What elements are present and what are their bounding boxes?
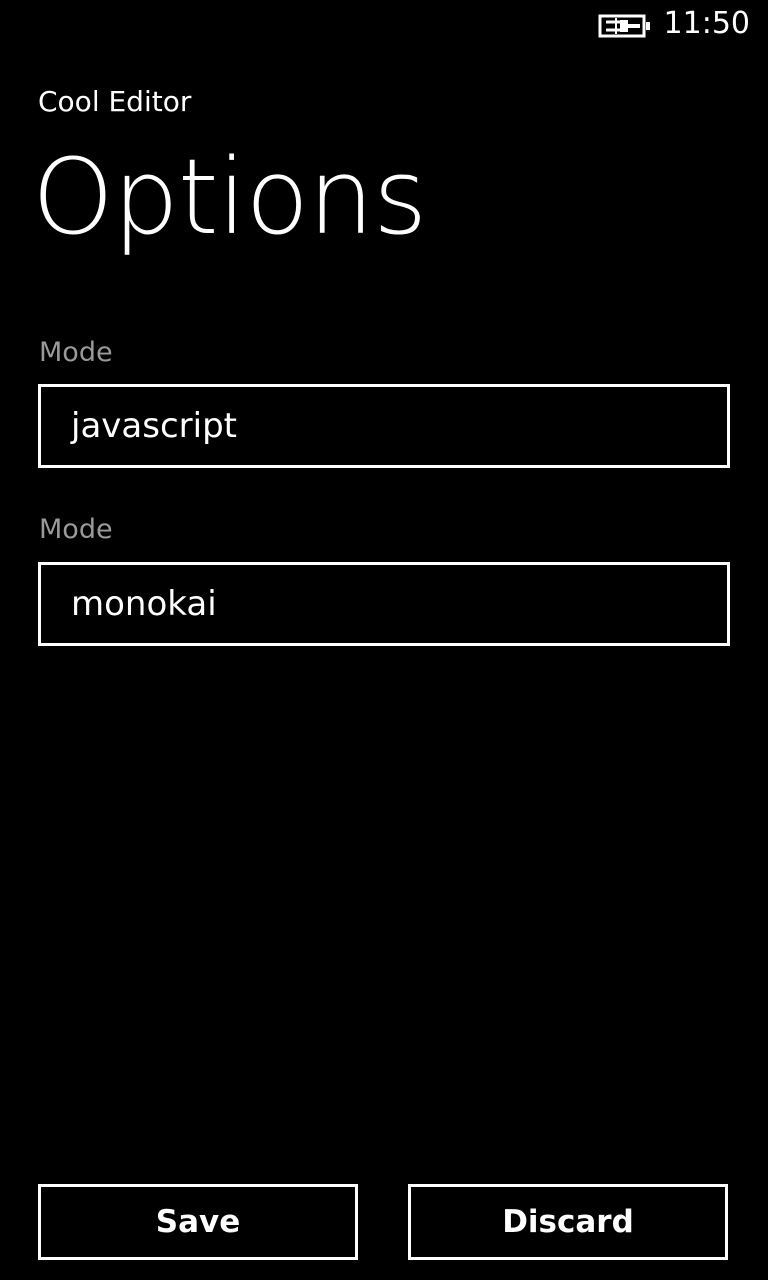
discard-button[interactable]: Discard: [408, 1184, 728, 1260]
mode-input[interactable]: javascript: [38, 384, 730, 468]
battery-charging-icon: [598, 14, 652, 38]
mode-label: Mode: [39, 337, 113, 368]
page-title: Options: [32, 136, 427, 258]
theme-input-value: monokai: [71, 584, 217, 624]
clock: 11:50: [663, 6, 750, 41]
theme-input[interactable]: monokai: [38, 562, 730, 646]
status-bar: 11:50: [0, 0, 768, 50]
app-title: Cool Editor: [38, 85, 192, 118]
mode-input-value: javascript: [71, 406, 237, 446]
theme-mode-label: Mode: [39, 514, 113, 545]
save-button[interactable]: Save: [38, 1184, 358, 1260]
